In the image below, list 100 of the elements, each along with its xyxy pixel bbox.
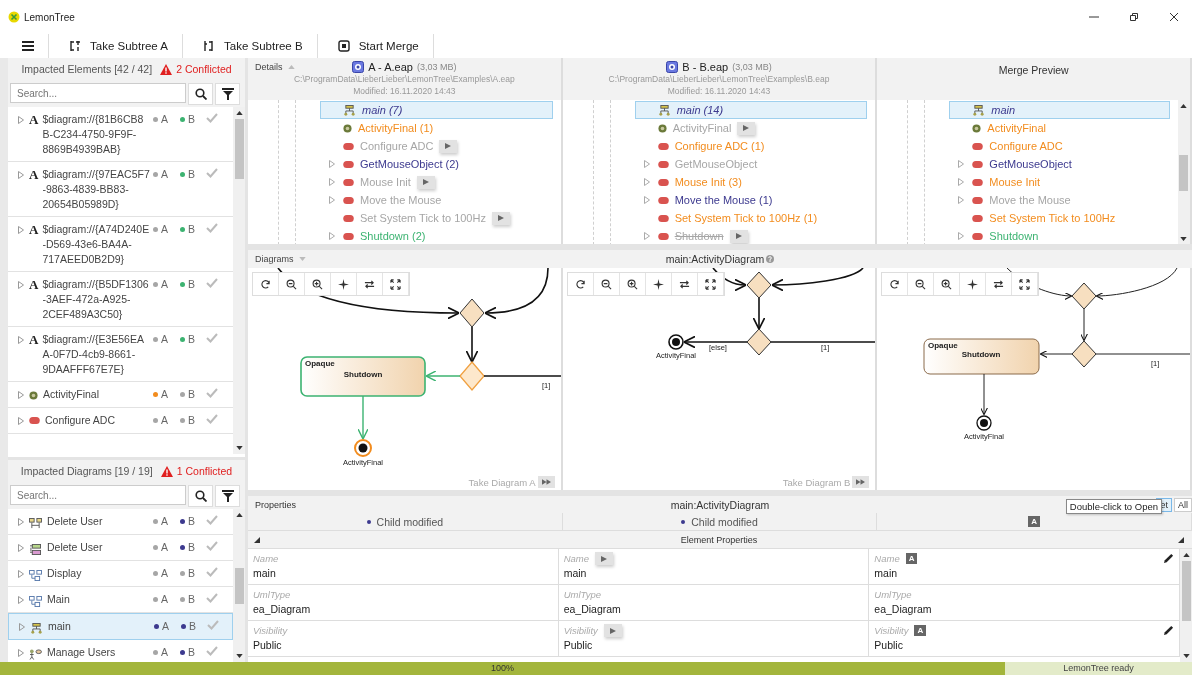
collapse-icon[interactable] [1178, 536, 1184, 543]
check-icon[interactable] [206, 515, 218, 525]
search-button[interactable] [188, 485, 213, 507]
check-icon[interactable] [206, 541, 218, 551]
take-diagram-button[interactable] [537, 476, 555, 488]
expand-icon[interactable] [18, 649, 24, 657]
scroll-down-icon[interactable] [235, 446, 243, 450]
scrollbar[interactable] [233, 107, 245, 454]
scrollbar[interactable] [1178, 100, 1190, 245]
center-icon [652, 278, 664, 290]
scrollbar-thumb[interactable] [1179, 154, 1189, 191]
property-cell[interactable]: Visibility A Public [869, 621, 1180, 657]
tree-item[interactable]: GetMouseObject (2) [328, 155, 553, 173]
expand-icon[interactable] [958, 178, 965, 186]
scrollbar-thumb[interactable] [1181, 561, 1191, 621]
expand-icon[interactable] [643, 178, 650, 186]
take-button[interactable] [491, 211, 510, 225]
expand-icon[interactable] [18, 281, 24, 289]
expand-icon[interactable] [18, 544, 24, 552]
expand-icon[interactable] [958, 196, 965, 204]
scrollbar[interactable] [1180, 549, 1192, 662]
property-cell[interactable]: Visibility Public [248, 621, 559, 657]
list-item[interactable]: ActivityFinal A B [8, 382, 233, 408]
scroll-down-icon[interactable] [1180, 237, 1188, 241]
property-cell[interactable]: UmlType ea_Diagram [248, 585, 559, 621]
list-item[interactable]: Display A B [8, 561, 233, 587]
scroll-up-icon[interactable] [1180, 104, 1188, 108]
check-icon[interactable] [206, 113, 218, 123]
property-cell[interactable]: Name main [558, 549, 870, 585]
search-field[interactable]: Search... [10, 83, 186, 103]
expand-icon[interactable] [18, 417, 24, 425]
scroll-up-icon[interactable] [1182, 553, 1190, 557]
list-item[interactable]: Configure ADC A B [8, 408, 233, 434]
check-icon[interactable] [206, 168, 218, 178]
search-button[interactable] [188, 83, 213, 105]
take-button[interactable] [595, 552, 613, 565]
expand-icon[interactable] [643, 160, 650, 168]
take-button[interactable] [439, 139, 458, 153]
tree-item[interactable]: Move the Mouse (1) [642, 191, 868, 209]
view-toggle[interactable]: All [1174, 498, 1192, 512]
expand-icon[interactable] [18, 116, 24, 124]
expand-icon[interactable] [329, 232, 335, 240]
expand-icon[interactable] [958, 232, 965, 240]
scroll-up-icon[interactable] [235, 513, 243, 517]
edit-icon[interactable] [1163, 625, 1174, 636]
list-item[interactable]: Delete User A B [8, 535, 233, 561]
expand-icon[interactable] [643, 196, 650, 204]
sort-icon[interactable] [287, 65, 295, 69]
take-button[interactable] [603, 624, 622, 637]
expand-icon[interactable] [18, 226, 24, 234]
caret-icon[interactable] [298, 257, 306, 261]
check-icon[interactable] [206, 223, 218, 233]
filter-button[interactable] [215, 83, 240, 105]
tree-item[interactable]: main (14) [634, 101, 868, 119]
expand-icon[interactable] [643, 232, 650, 240]
property-cell[interactable]: Name A main [869, 549, 1180, 585]
expand-icon[interactable] [329, 196, 335, 204]
check-icon[interactable] [206, 414, 218, 424]
expand-icon[interactable] [18, 336, 24, 344]
tree-item[interactable]: GetMouseObject [957, 155, 1170, 173]
filter-button[interactable] [215, 485, 240, 507]
expand-icon[interactable] [329, 160, 335, 168]
check-icon[interactable] [206, 646, 218, 656]
scrollbar-thumb[interactable] [234, 567, 244, 604]
action-icon [657, 232, 669, 240]
check-icon[interactable] [206, 567, 218, 577]
scrollbar[interactable] [233, 509, 245, 662]
property-cell[interactable]: UmlType ea_Diagram [558, 585, 870, 621]
search-field[interactable]: Search... [10, 485, 186, 505]
tree-item[interactable]: main (7) [320, 101, 553, 119]
check-icon[interactable] [206, 333, 218, 343]
check-icon[interactable] [206, 388, 218, 398]
expand-icon[interactable] [18, 518, 24, 526]
scroll-down-icon[interactable] [1182, 654, 1190, 658]
check-icon[interactable] [206, 593, 218, 603]
property-cell[interactable]: Visibility Public [558, 621, 870, 657]
check-icon[interactable] [207, 620, 219, 630]
take-button[interactable] [729, 229, 748, 243]
list-item[interactable]: Delete User A B [8, 509, 233, 535]
expand-icon[interactable] [18, 171, 24, 179]
check-icon[interactable] [206, 278, 218, 288]
expand-icon[interactable] [329, 178, 335, 186]
collapse-icon[interactable] [254, 536, 260, 543]
scrollbar-thumb[interactable] [234, 119, 244, 179]
tree-item[interactable]: main [949, 101, 1170, 119]
scroll-down-icon[interactable] [235, 654, 243, 658]
list-item[interactable]: main A B [8, 613, 233, 640]
expand-icon[interactable] [18, 391, 24, 399]
property-cell[interactable]: Name main [248, 549, 559, 585]
take-button[interactable] [416, 175, 435, 189]
expand-icon[interactable] [18, 570, 24, 578]
take-button[interactable] [737, 121, 756, 135]
edit-icon[interactable] [1163, 553, 1174, 564]
expand-icon[interactable] [19, 623, 25, 631]
expand-icon[interactable] [18, 596, 24, 604]
expand-icon[interactable] [958, 160, 965, 168]
help-icon[interactable] [766, 255, 775, 263]
take-diagram-button[interactable] [852, 476, 870, 488]
property-cell[interactable]: UmlType ea_Diagram [869, 585, 1180, 621]
scroll-up-icon[interactable] [235, 111, 243, 115]
